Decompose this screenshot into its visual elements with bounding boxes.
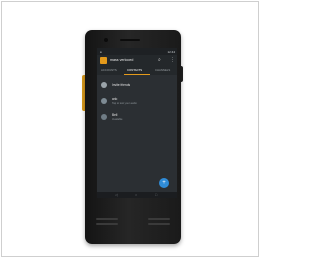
- avatar: [101, 114, 107, 120]
- device-screen: ● 12:44 mass verlooed ⌕ ⋮ ACCOUNTS CONTA…: [97, 48, 177, 198]
- list-item[interactable]: Bell Available: [97, 110, 177, 124]
- front-camera-icon: [104, 38, 108, 42]
- home-icon[interactable]: ○: [135, 193, 137, 197]
- status-bar: ● 12:44: [97, 48, 177, 55]
- app-bar: mass verlooed ⌕ ⋮: [97, 55, 177, 66]
- back-icon[interactable]: ◁: [115, 193, 118, 197]
- app-title: mass verlooed: [110, 58, 134, 62]
- contact-status: Available: [112, 118, 123, 121]
- contact-name: Invite friends: [112, 83, 131, 87]
- contact-status: Tap to test your audio: [112, 102, 137, 105]
- speaker-grille: [96, 223, 118, 225]
- list-item[interactable]: Invite friends: [97, 78, 177, 92]
- recents-icon[interactable]: □: [155, 193, 157, 197]
- contact-name: arlo: [112, 97, 118, 101]
- tab-accounts[interactable]: ACCOUNTS: [101, 68, 117, 72]
- notification-icon: ●: [100, 50, 102, 54]
- system-nav-bar: ◁ ○ □: [97, 192, 177, 198]
- active-tab-indicator: [124, 74, 150, 75]
- tab-bar: ACCOUNTS CONTACTS CHANNELS: [97, 66, 177, 75]
- contact-name: Bell: [112, 113, 118, 117]
- speaker-grille: [96, 218, 118, 220]
- earpiece-speaker: [120, 39, 140, 41]
- speaker-grille: [148, 218, 170, 220]
- tab-channels[interactable]: CHANNELS: [155, 68, 170, 72]
- side-button[interactable]: [181, 66, 183, 82]
- speaker-grille: [148, 223, 170, 225]
- add-contact-button[interactable]: +: [159, 178, 169, 188]
- invite-icon: [101, 82, 107, 88]
- search-icon[interactable]: ⌕: [158, 57, 161, 63]
- app-logo-icon: [100, 57, 107, 64]
- avatar: [101, 98, 107, 104]
- status-time: 12:44: [167, 50, 175, 54]
- list-item[interactable]: arlo Tap to test your audio: [97, 94, 177, 108]
- tab-contacts[interactable]: CONTACTS: [127, 68, 142, 72]
- more-vert-icon[interactable]: ⋮: [170, 57, 175, 63]
